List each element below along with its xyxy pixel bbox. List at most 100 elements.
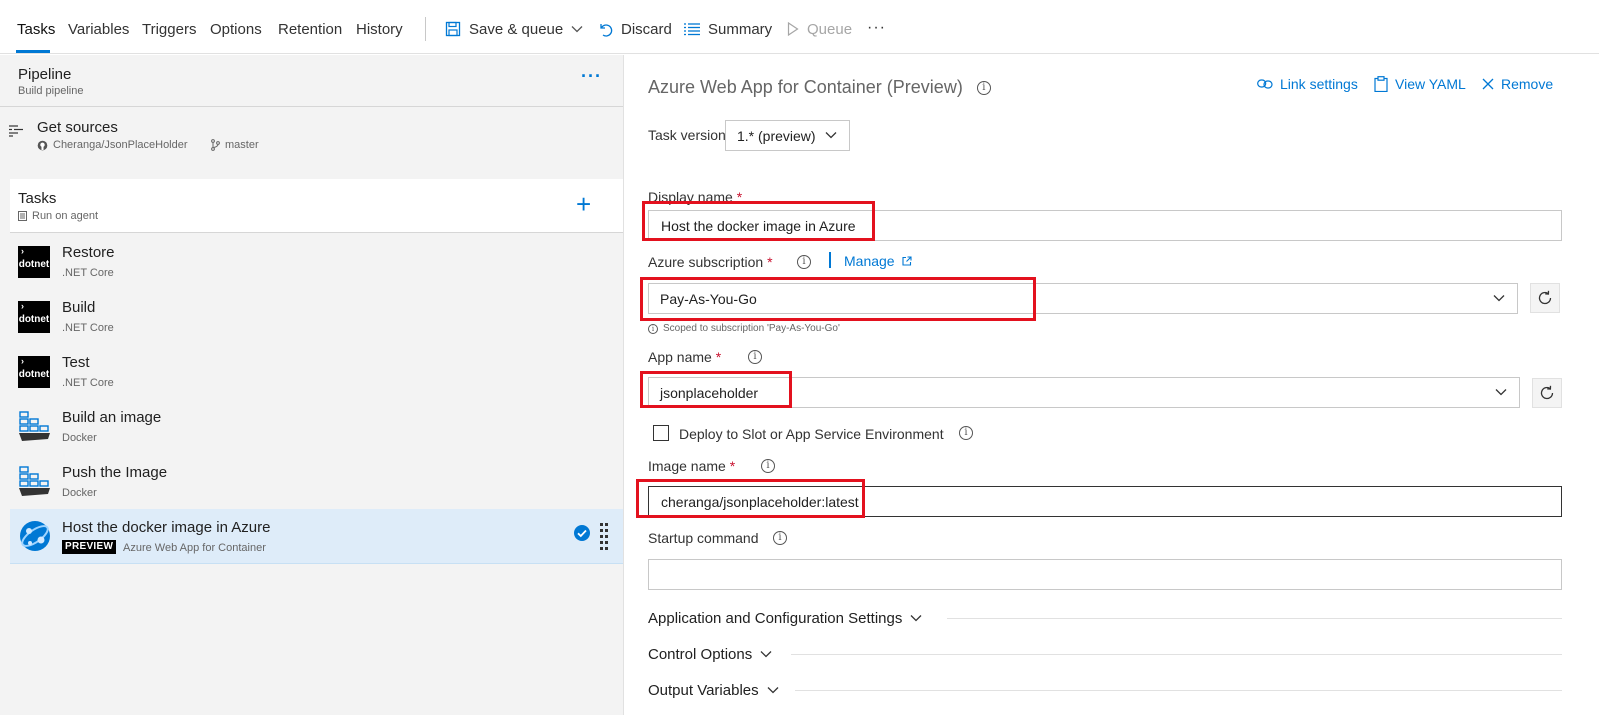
task-version-select[interactable]: 1.* (preview): [725, 120, 850, 151]
tab-history[interactable]: History: [356, 21, 403, 38]
link-settings-button[interactable]: Link settings: [1257, 76, 1358, 92]
github-icon: [37, 140, 48, 150]
chevron-down-icon: [571, 26, 583, 33]
docker-icon: [19, 466, 50, 496]
task-version-value: 1.* (preview): [737, 127, 816, 144]
drag-handle-icon[interactable]: [600, 522, 609, 550]
dotnet-icon-text: dotnet: [18, 368, 50, 380]
link-settings-label: Link settings: [1280, 76, 1358, 92]
task-type: .NET Core: [62, 267, 114, 279]
display-name-label-text: Display name: [648, 189, 733, 205]
info-icon[interactable]: i: [797, 255, 811, 269]
summary-button[interactable]: Summary: [684, 19, 772, 39]
section-title: Control Options: [648, 645, 753, 663]
dotnet-icon: › dotnet: [18, 301, 50, 333]
task-name: Test: [62, 354, 90, 371]
manage-link[interactable]: Manage: [844, 253, 912, 269]
subscription-hint-text: Scoped to subscription 'Pay-As-You-Go': [663, 323, 840, 334]
app-name-label-text: App name: [648, 349, 712, 365]
refresh-icon: [1538, 290, 1552, 305]
subscription-select[interactable]: Pay-As-You-Go: [648, 283, 1518, 314]
deploy-slot-checkbox[interactable]: [653, 425, 669, 441]
pipeline-panel: Pipeline Build pipeline ··· Get sources …: [0, 55, 624, 715]
info-icon[interactable]: i: [959, 426, 973, 440]
toolbar-divider: [425, 17, 426, 41]
task-name: Host the docker image in Azure: [62, 519, 271, 536]
save-icon: [445, 21, 461, 37]
active-tab-indicator: [16, 50, 50, 53]
link-divider: [829, 252, 831, 268]
app-name-select[interactable]: jsonplaceholder: [648, 377, 1520, 408]
remove-label: Remove: [1501, 76, 1554, 92]
preview-badge: PREVIEW: [62, 540, 117, 554]
chevron-down-icon: [910, 615, 922, 622]
view-yaml-label: View YAML: [1395, 76, 1466, 92]
section-control-options[interactable]: Control Options: [648, 644, 772, 664]
view-yaml-button[interactable]: View YAML: [1374, 76, 1466, 92]
display-name-label: Display name *: [648, 189, 742, 205]
agent-job-label: Run on agent: [32, 210, 99, 222]
tab-triggers[interactable]: Triggers: [142, 21, 196, 38]
task-name: Build: [62, 299, 96, 316]
info-icon[interactable]: i: [761, 459, 775, 473]
external-link-icon: [902, 256, 912, 266]
task-item-test[interactable]: › dotnet Test .NET Core: [10, 344, 623, 399]
add-task-button[interactable]: +: [576, 191, 591, 217]
display-name-value: Host the docker image in Azure: [661, 217, 856, 234]
display-name-input[interactable]: Host the docker image in Azure: [648, 210, 1562, 241]
dotnet-icon: › dotnet: [18, 246, 50, 278]
pipeline-subtitle: Build pipeline: [18, 85, 84, 97]
more-actions-button[interactable]: ···: [867, 18, 886, 38]
task-name: Push the Image: [62, 464, 168, 481]
image-name-value: cheranga/jsonplaceholder:latest: [661, 493, 859, 510]
section-output-variables[interactable]: Output Variables: [648, 680, 779, 700]
task-item-host-docker-image[interactable]: Host the docker image in Azure PREVIEW A…: [10, 509, 623, 564]
get-sources-item[interactable]: Get sources Cheranga/JsonPlaceHolder mas…: [0, 108, 623, 164]
task-type: .NET Core: [62, 322, 114, 334]
docker-icon: [19, 411, 50, 441]
play-icon: [787, 22, 799, 36]
pipeline-more-button[interactable]: ···: [581, 66, 602, 87]
task-item-build[interactable]: › dotnet Build .NET Core: [10, 289, 623, 344]
required-marker: *: [736, 189, 743, 205]
task-type: Azure Web App for Container: [123, 542, 266, 554]
startup-command-input[interactable]: [648, 559, 1562, 590]
tab-options[interactable]: Options: [210, 21, 262, 38]
agent-job-subtitle: Run on agent: [18, 210, 98, 222]
subscription-label-text: Azure subscription: [648, 254, 764, 270]
task-type: Docker: [62, 432, 97, 444]
queue-button[interactable]: Queue: [787, 19, 852, 39]
task-item-push-image[interactable]: Push the Image Docker: [10, 454, 623, 509]
task-item-build-image[interactable]: Build an image Docker: [10, 399, 623, 454]
subscription-value: Pay-As-You-Go: [660, 290, 757, 307]
dotnet-icon-text: dotnet: [18, 313, 50, 325]
subscription-refresh-button[interactable]: [1530, 283, 1560, 313]
subscription-hint: i Scoped to subscription 'Pay-As-You-Go': [648, 323, 840, 334]
tab-variables[interactable]: Variables: [68, 21, 129, 38]
tab-retention[interactable]: Retention: [278, 21, 342, 38]
info-icon[interactable]: i: [976, 80, 991, 95]
chevron-down-icon: [760, 651, 772, 658]
app-name-value: jsonplaceholder: [660, 384, 759, 401]
info-icon[interactable]: i: [748, 350, 762, 364]
branch-name: master: [225, 139, 259, 151]
info-icon[interactable]: i: [773, 531, 787, 545]
list-icon: [684, 23, 700, 36]
branch-icon: [211, 139, 220, 151]
task-type: Docker: [62, 487, 97, 499]
pipeline-header[interactable]: Pipeline Build pipeline ···: [0, 55, 623, 107]
task-type: .NET Core: [62, 377, 114, 389]
remove-button[interactable]: Remove: [1482, 76, 1553, 92]
task-item-restore[interactable]: › dotnet Restore .NET Core: [10, 234, 623, 289]
image-name-input[interactable]: cheranga/jsonplaceholder:latest: [648, 486, 1562, 517]
undo-icon: [600, 24, 613, 37]
get-sources-title: Get sources: [37, 119, 118, 136]
agent-job-header[interactable]: Tasks Run on agent +: [10, 179, 623, 233]
task-name: Restore: [62, 244, 115, 261]
discard-button[interactable]: Discard: [597, 19, 672, 39]
save-and-queue-button[interactable]: Save & queue: [445, 19, 583, 39]
section-app-config-settings[interactable]: Application and Configuration Settings: [648, 608, 922, 628]
app-name-refresh-button[interactable]: [1532, 378, 1562, 408]
task-detail-header: Azure Web App for Container (Preview) i: [648, 77, 991, 98]
tab-tasks[interactable]: Tasks: [17, 21, 55, 38]
